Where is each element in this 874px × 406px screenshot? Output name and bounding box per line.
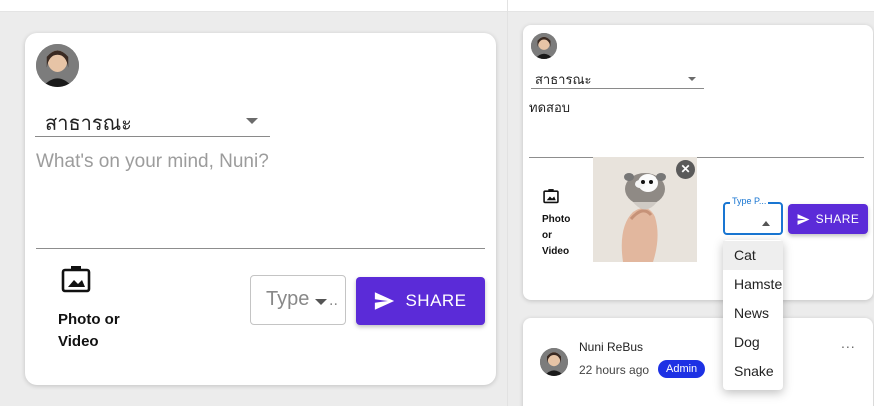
caret-down-icon xyxy=(246,118,258,124)
post-text-value: ทดสอบ xyxy=(529,100,571,115)
caret-down-icon xyxy=(688,77,696,81)
feed-post-card: Nuni ReBus 22 hours ago Admin ... xyxy=(523,318,873,406)
send-icon xyxy=(797,213,810,225)
type-select[interactable]: Type .. xyxy=(250,275,346,325)
privacy-select-value: สาธารณะ xyxy=(45,113,132,135)
privacy-select[interactable]: สาธารณะ xyxy=(35,101,270,137)
type-option-snake[interactable]: Snake xyxy=(723,357,783,386)
type-option-hamster[interactable]: Hamster xyxy=(723,270,783,299)
avatar[interactable] xyxy=(540,348,568,376)
type-option-cat[interactable]: Cat xyxy=(723,241,783,270)
type-select-text: Type xyxy=(266,288,310,310)
type-options-menu: Cat Hamster News Dog Snake xyxy=(723,240,783,390)
share-label: SHARE xyxy=(405,291,467,310)
share-label: SHARE xyxy=(815,212,860,226)
photo-frame-icon xyxy=(543,188,559,204)
avatar[interactable] xyxy=(531,33,557,59)
caret-down-icon xyxy=(315,299,327,305)
privacy-select[interactable]: สาธารณะ xyxy=(531,67,704,89)
avatar[interactable] xyxy=(36,44,79,87)
photo-frame-icon xyxy=(61,265,91,293)
right-composer-card: สาธารณะ ทดสอบ Photo or Video ✕ Type P...… xyxy=(523,25,873,300)
type-select-focused[interactable]: Type P... xyxy=(723,196,783,235)
type-select-legend: Type P... xyxy=(730,196,769,206)
type-overflow-dots: .. xyxy=(329,292,338,309)
type-option-dog[interactable]: Dog xyxy=(723,328,783,357)
photo-label: Photo or Video xyxy=(542,214,571,257)
left-composer-card: สาธารณะ What's on your mind, Nuni? Photo… xyxy=(25,33,496,385)
photo-label: Photo or Video xyxy=(58,311,120,350)
remove-image-button[interactable]: ✕ xyxy=(676,160,695,179)
more-horizontal-icon[interactable]: ... xyxy=(841,335,856,351)
post-text-placeholder: What's on your mind, Nuni? xyxy=(36,151,269,172)
send-icon xyxy=(375,292,395,310)
caret-up-icon xyxy=(762,221,770,226)
photo-video-button[interactable]: Photo or Video xyxy=(540,188,580,264)
post-author[interactable]: Nuni ReBus xyxy=(579,340,643,354)
post-time: 22 hours ago xyxy=(579,363,650,377)
close-icon: ✕ xyxy=(680,162,691,176)
share-button[interactable]: SHARE xyxy=(788,204,868,234)
post-text-input[interactable]: ทดสอบ xyxy=(529,97,859,157)
share-button[interactable]: SHARE xyxy=(356,277,485,325)
type-option-news[interactable]: News xyxy=(723,299,783,328)
post-text-input[interactable]: What's on your mind, Nuni? xyxy=(36,151,486,247)
column-divider xyxy=(507,0,508,406)
top-bar xyxy=(0,0,874,12)
admin-badge: Admin xyxy=(658,360,706,378)
privacy-select-value: สาธารณะ xyxy=(535,72,592,87)
photo-video-button[interactable]: Photo or Video xyxy=(55,265,135,355)
input-underline xyxy=(36,248,485,249)
